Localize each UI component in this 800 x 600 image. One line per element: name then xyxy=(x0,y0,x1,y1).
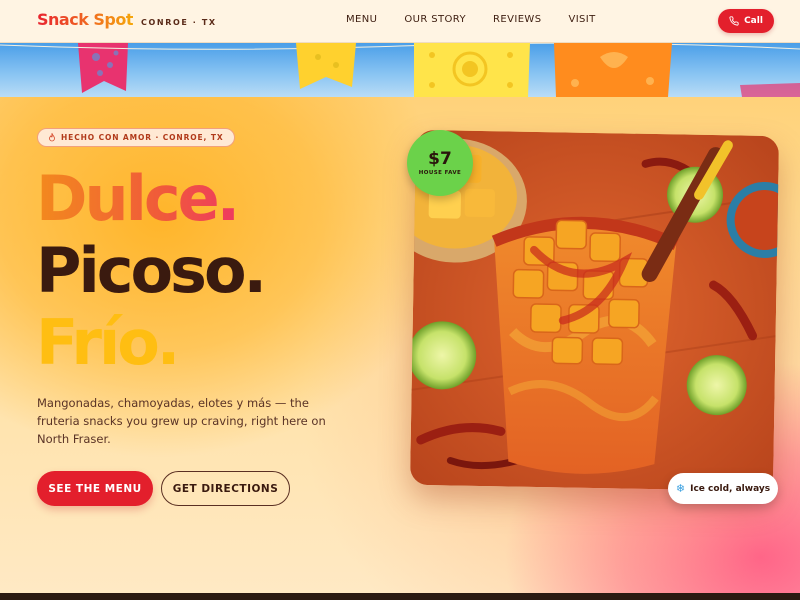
tagline-pill: HECHO CON AMOR · CONROE, TX xyxy=(37,128,235,147)
papel-picado-flags xyxy=(0,43,800,97)
pink-flag xyxy=(78,43,128,93)
ice-cold-chip: ❄ Ice cold, always xyxy=(668,473,778,504)
call-label: Call xyxy=(744,16,763,26)
headline-frio: Frío. xyxy=(36,306,180,379)
get-directions-button[interactable]: GET DIRECTIONS xyxy=(161,471,290,506)
nav-reviews[interactable]: REVIEWS xyxy=(493,14,541,25)
ice-cold-label: Ice cold, always xyxy=(690,483,771,494)
call-button[interactable]: Call xyxy=(718,9,774,33)
headline-dulce: Dulce. xyxy=(36,163,264,235)
brand-logo[interactable]: Snack Spot xyxy=(37,10,134,29)
phone-icon xyxy=(729,16,739,26)
yellow-flag-small xyxy=(296,43,356,89)
flame-icon xyxy=(49,133,55,142)
footer-edge xyxy=(0,593,800,600)
price-amount: $7 xyxy=(428,149,452,169)
tagline-text: HECHO CON AMOR · CONROE, TX xyxy=(61,133,224,142)
yellow-flag-large xyxy=(414,43,530,97)
snowflake-icon: ❄ xyxy=(675,482,686,495)
hero-section: HECHO CON AMOR · CONROE, TX Dulce. Picos… xyxy=(0,97,800,593)
brand[interactable]: Snack Spot CONROE · TX xyxy=(37,10,217,29)
headline-picoso: Picoso. xyxy=(36,234,267,307)
nav-visit[interactable]: VISIT xyxy=(568,14,595,25)
brand-location: CONROE · TX xyxy=(141,18,217,27)
hero-headline: Dulce. Picoso. Frío. xyxy=(36,163,267,379)
nav-our-story[interactable]: OUR STORY xyxy=(404,14,466,25)
orange-flag xyxy=(554,43,672,97)
site-header: Snack Spot CONROE · TX MENU OUR STORY RE… xyxy=(0,0,800,43)
see-menu-button[interactable]: SEE THE MENU xyxy=(37,471,153,506)
papel-picado-banner xyxy=(0,43,800,97)
main-nav: MENU OUR STORY REVIEWS VISIT xyxy=(346,14,623,25)
price-label: HOUSE FAVE xyxy=(418,170,462,176)
hero-description: Mangonadas, chamoyadas, elotes y más — t… xyxy=(37,396,326,446)
price-badge: $7 HOUSE FAVE xyxy=(407,130,473,196)
nav-menu[interactable]: MENU xyxy=(346,14,377,25)
